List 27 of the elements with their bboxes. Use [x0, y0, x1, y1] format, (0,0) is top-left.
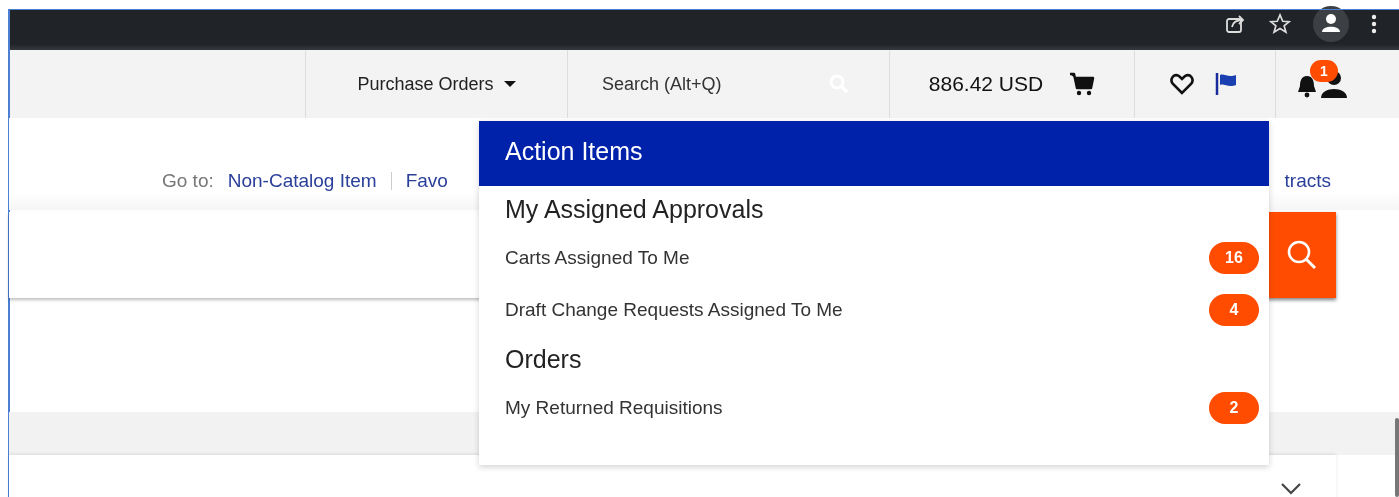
section-heading: Orders — [504, 343, 583, 375]
search-icon — [1286, 239, 1318, 271]
goto-label: Go to: — [162, 170, 214, 192]
section-heading: My Assigned Approvals — [504, 193, 765, 225]
search-button[interactable] — [1268, 212, 1336, 298]
profile-icon[interactable] — [1313, 6, 1349, 42]
bell-icon[interactable] — [1296, 73, 1318, 98]
menu-item[interactable]: My Returned Requisitions — [505, 397, 723, 419]
more-icon[interactable] — [1371, 14, 1377, 34]
count-badge: 16 — [1209, 242, 1259, 274]
menu-title: Action Items — [479, 121, 1269, 186]
count-badge: 2 — [1209, 392, 1259, 424]
notification-badge: 1 — [1310, 59, 1338, 82]
count-badge: 4 — [1209, 294, 1259, 326]
goto-link[interactable]: tracts — [1284, 170, 1331, 192]
star-icon[interactable] — [1269, 13, 1291, 35]
scrollbar[interactable] — [1395, 418, 1399, 497]
goto-link[interactable]: Non-Catalog Item — [227, 170, 377, 192]
search-field[interactable]: Search (Alt+Q) — [600, 72, 804, 96]
goto-link[interactable]: Favo — [405, 170, 448, 192]
cart-total[interactable]: 886.42 USD — [928, 72, 1044, 96]
cart-icon[interactable] — [1069, 72, 1096, 96]
menu-item[interactable]: Carts Assigned To Me — [505, 247, 690, 269]
heart-icon[interactable] — [1170, 73, 1194, 95]
caret-icon — [503, 81, 516, 87]
share-icon[interactable] — [1225, 14, 1247, 34]
menu-item[interactable]: Draft Change Requests Assigned To Me — [505, 299, 843, 321]
